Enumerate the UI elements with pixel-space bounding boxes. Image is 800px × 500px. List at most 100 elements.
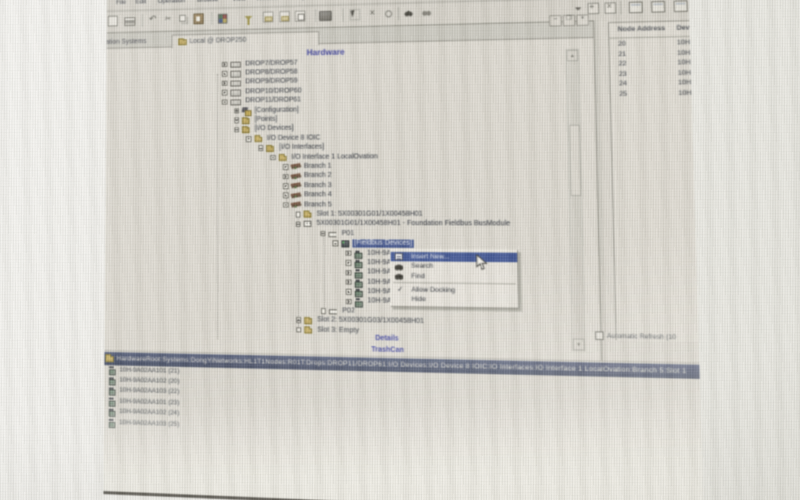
toolbar-button[interactable] — [348, 8, 361, 21]
tree-node-icon — [354, 269, 362, 276]
expander-icon[interactable] — [346, 270, 352, 276]
expander-icon[interactable] — [270, 155, 275, 161]
toolbar-button[interactable] — [162, 13, 174, 26]
expander-icon[interactable] — [222, 80, 227, 86]
expander-icon[interactable] — [246, 136, 251, 142]
expander-icon[interactable] — [333, 241, 339, 247]
toolbar-button[interactable] — [278, 10, 291, 23]
tree-row[interactable]: Branch 5 — [105, 200, 582, 210]
mdi-button[interactable]: – — [549, 15, 562, 27]
tree-node-label[interactable]: Slot 1: 5X00301G01/1X00458H01 — [314, 211, 424, 219]
toolbar-button[interactable] — [294, 10, 307, 23]
expander-icon[interactable] — [283, 193, 288, 199]
expander-icon[interactable] — [222, 71, 227, 77]
tree-node-label[interactable]: Branch 5 — [302, 201, 334, 209]
tree-node-label[interactable]: Slot 3: Empty — [315, 326, 361, 335]
expander-icon[interactable] — [345, 250, 351, 256]
expander-icon[interactable] — [283, 183, 288, 189]
expander-icon[interactable] — [234, 108, 239, 114]
menu-item[interactable]: Edit — [135, 0, 146, 5]
toolbar-button[interactable] — [366, 8, 379, 21]
expander-icon[interactable] — [321, 308, 327, 314]
scrollbar-thumb[interactable] — [569, 125, 581, 196]
tree-node-icon — [304, 221, 312, 227]
tree-node-icon — [230, 99, 241, 106]
auto-refresh-checkbox[interactable] — [595, 331, 604, 340]
tree-node-label[interactable]: DROP7/DROP57 — [243, 59, 299, 68]
expander-icon[interactable] — [345, 260, 351, 266]
tree-row[interactable]: Branch 4 — [106, 190, 583, 200]
tree-node-label[interactable]: Branch 1 — [302, 163, 334, 171]
context-menu-item[interactable]: Hide — [391, 294, 518, 306]
trashcan-link[interactable]: TrashCan — [371, 346, 403, 354]
expander-icon[interactable] — [295, 212, 300, 218]
expander-icon[interactable] — [346, 299, 352, 305]
tree-node-label[interactable]: I/O Device 8 IOIC — [265, 134, 323, 143]
tree-node-label[interactable]: P02 — [340, 307, 357, 316]
expander-icon[interactable] — [234, 127, 239, 133]
toolbar-button[interactable] — [242, 11, 254, 24]
tree-node-label[interactable]: [I/O Devices] — [253, 125, 296, 133]
column-header-device[interactable]: Device — [676, 24, 699, 32]
column-header-node-address[interactable]: Node Address — [618, 25, 666, 33]
tree-node-label[interactable]: I/O Interface 1 LocalOvation — [289, 153, 379, 162]
expander-icon[interactable] — [222, 62, 227, 68]
expander-icon[interactable] — [234, 118, 239, 124]
details-link[interactable]: Details — [375, 335, 398, 343]
mdi-button[interactable]: × — [576, 14, 589, 26]
context-menu-label: Hide — [411, 296, 425, 304]
toolbar-button[interactable] — [319, 9, 332, 22]
expander-icon[interactable] — [296, 317, 301, 323]
tree-node-label[interactable]: DROP11/DROP61 — [243, 97, 303, 106]
tree-node-label[interactable]: DROP9/DROP59 — [243, 78, 299, 87]
tree-node-label[interactable]: Branch 4 — [302, 191, 334, 199]
scroll-down-icon[interactable]: ▼ — [573, 338, 585, 350]
tree-node-label[interactable]: [Points] — [253, 116, 280, 124]
expander-icon[interactable] — [320, 231, 325, 237]
expander-icon[interactable] — [346, 279, 352, 285]
toolbar-button[interactable] — [147, 14, 159, 27]
toolbar-button[interactable] — [402, 7, 415, 20]
tree-node-label[interactable]: [I/O Interfaces] — [277, 144, 326, 152]
tree-node-label[interactable]: [Fieldbus Devices] — [352, 239, 414, 248]
tree-node-label[interactable]: P01 — [340, 230, 356, 238]
expander-icon[interactable] — [258, 146, 263, 152]
checkmark-icon: ✓ — [397, 285, 403, 293]
toolbar-icon — [384, 9, 393, 18]
toolbar-button[interactable] — [262, 10, 275, 23]
toolbar-button[interactable] — [603, 1, 617, 15]
expander-icon[interactable] — [295, 221, 300, 227]
menu-item[interactable]: Operation — [158, 0, 185, 5]
tree-node-label[interactable]: Branch 2 — [302, 172, 334, 180]
toolbar-button[interactable] — [107, 15, 119, 28]
expander-icon[interactable] — [296, 327, 301, 333]
tree-node-label[interactable]: 5X00301G01/1X00458H01 - Foundation Field… — [315, 220, 513, 229]
tree-node-label[interactable]: DROP10/DROP60 — [243, 87, 303, 96]
tree-node-label[interactable]: Branch 3 — [302, 182, 334, 190]
toolbar-button[interactable] — [629, 0, 643, 14]
table-row[interactable]: 25 10H-9A02AA103 — [611, 89, 704, 101]
mdi-button[interactable]: ❐ — [563, 15, 576, 27]
toolbar-button[interactable] — [177, 13, 189, 26]
expander-icon[interactable] — [283, 174, 288, 180]
tree-node-label[interactable]: [Configuration] — [253, 106, 301, 115]
toolbar-button[interactable] — [123, 14, 135, 27]
expander-icon[interactable] — [222, 99, 227, 105]
menu-item[interactable]: View — [232, 0, 246, 3]
toolbar-button[interactable] — [382, 7, 395, 20]
menu-item[interactable]: Help — [293, 0, 306, 1]
menu-item[interactable]: Browse — [197, 0, 218, 4]
scroll-up-icon[interactable]: ▲ — [566, 50, 578, 62]
menu-item[interactable]: Window — [256, 0, 279, 2]
menu-item[interactable]: File — [116, 0, 126, 6]
toolbar-button[interactable] — [420, 6, 433, 19]
toolbar-button[interactable] — [216, 12, 228, 25]
expander-icon[interactable] — [346, 289, 352, 295]
toolbar-button[interactable] — [192, 12, 204, 25]
expander-icon[interactable] — [283, 202, 288, 208]
expander-icon[interactable] — [222, 90, 227, 96]
tree-node-label[interactable]: DROP8/DROP58 — [243, 69, 299, 78]
expander-icon[interactable] — [283, 164, 288, 170]
toolbar-button[interactable] — [674, 0, 688, 13]
toolbar-button[interactable] — [651, 0, 665, 14]
